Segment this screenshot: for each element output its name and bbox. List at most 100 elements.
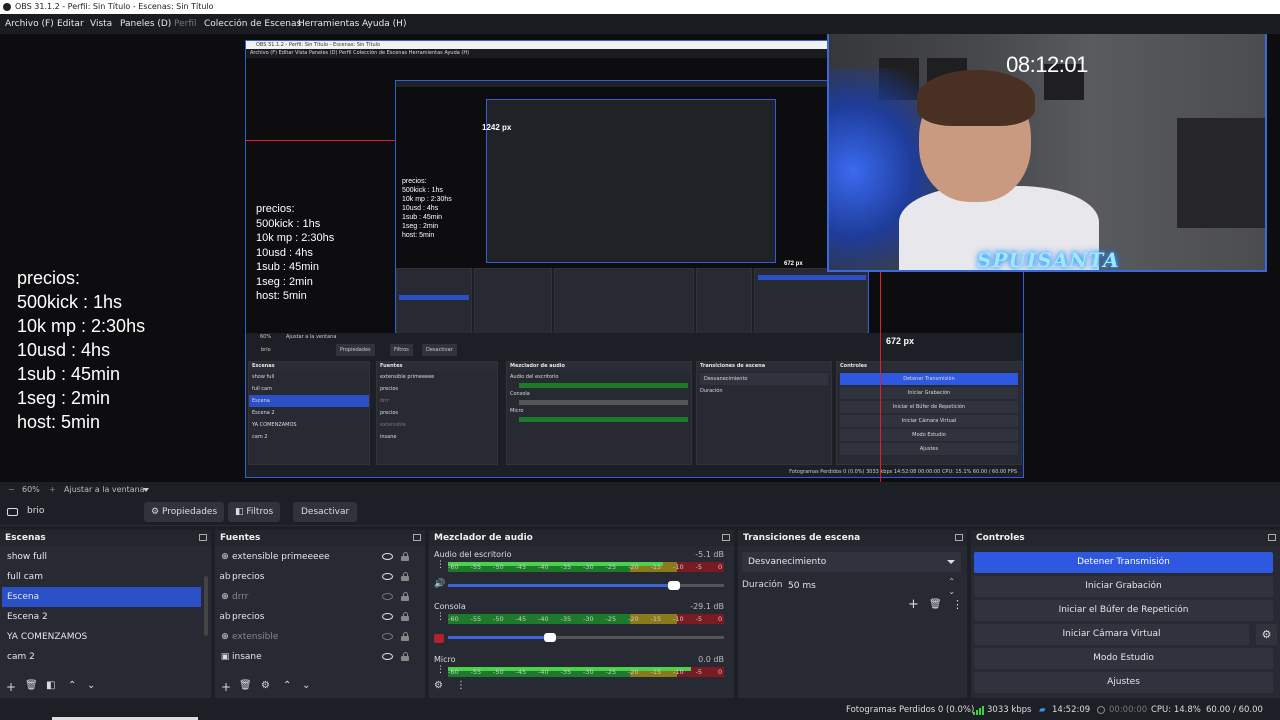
- lock-icon[interactable]: [401, 632, 409, 641]
- person-hair: [917, 70, 1035, 126]
- source-item[interactable]: ab precios: [215, 567, 415, 587]
- start-replay-buffer-button[interactable]: Iniciar el Búfer de Repetición: [974, 600, 1273, 621]
- speaker-icon[interactable]: 🔊: [434, 579, 445, 589]
- menu-file[interactable]: Archivo (F): [5, 14, 54, 34]
- eye-icon[interactable]: [382, 613, 393, 620]
- eye-icon[interactable]: [382, 553, 393, 560]
- scene-item[interactable]: YA COMENZAMOS: [2, 627, 201, 647]
- undock-icon[interactable]: [1268, 534, 1276, 541]
- remove-transition-icon[interactable]: 🗑: [929, 599, 942, 610]
- title-bar: OBS 31.1.2 - Perfil: Sin Título - Escena…: [0, 0, 1280, 14]
- scene-filters-icon[interactable]: ◧: [46, 680, 55, 691]
- source-item[interactable]: ⊕ drrr: [215, 587, 415, 607]
- channel-menu-icon[interactable]: ⋮: [436, 560, 445, 570]
- mixer-channels: Audio del escritorio -5.1 dB ⋮ -60 -55 -50 -45…: [429, 546, 734, 698]
- nested-obs-window-2: precios: 500kick : 1hs 10k mp : 2:30hs 1…: [395, 80, 869, 333]
- source-properties-icon[interactable]: ⚙: [261, 680, 270, 691]
- lock-icon[interactable]: [401, 612, 409, 621]
- transition-select[interactable]: Desvanecimiento: [742, 552, 961, 572]
- volume-knob[interactable]: [668, 581, 681, 590]
- source-item[interactable]: ⊕ extensible: [215, 627, 415, 647]
- undock-icon[interactable]: [413, 534, 421, 541]
- channel-menu-icon[interactable]: ⋮: [436, 665, 445, 675]
- eye-icon[interactable]: [382, 653, 393, 660]
- scene-item[interactable]: cam 2: [2, 647, 201, 667]
- meter-tick-label: -30: [583, 668, 594, 676]
- lock-icon[interactable]: [401, 652, 409, 661]
- scene-item[interactable]: show full: [2, 547, 201, 567]
- settings-button[interactable]: Ajustes: [974, 672, 1273, 693]
- volume-knob[interactable]: [544, 633, 557, 642]
- webcam-source[interactable]: 08:12:01 SPUISANTA: [827, 34, 1267, 272]
- virtual-camera-settings-icon[interactable]: ⚙: [1256, 624, 1277, 645]
- mixer-menu-icon[interactable]: ⋮: [456, 680, 466, 691]
- lock-icon[interactable]: [401, 592, 409, 601]
- menu-view[interactable]: Vista: [90, 14, 112, 34]
- fit-to-window[interactable]: Ajustar a la ventana: [64, 482, 145, 498]
- source-toolbar: brio ⚙ Propiedades ◧ Filtros Desactivar: [0, 499, 1280, 526]
- muted-speaker-icon[interactable]: [434, 634, 444, 643]
- filters-button[interactable]: ◧ Filtros: [228, 502, 281, 522]
- stop-streaming-button[interactable]: Detener Transmisión: [974, 552, 1273, 573]
- move-up-icon[interactable]: ⌃: [68, 680, 76, 691]
- remove-scene-icon[interactable]: 🗑: [25, 680, 38, 691]
- undock-icon[interactable]: [199, 534, 207, 541]
- source-type-icon: ⊕: [221, 552, 229, 562]
- add-source-icon[interactable]: +: [221, 680, 231, 694]
- source-item[interactable]: ⊕ extensible primeeeee: [215, 547, 415, 567]
- nested-price-list-text: precios: 500kick : 1hs 10k mp : 2:30hs 1…: [256, 203, 335, 302]
- move-down-icon[interactable]: ⌄: [87, 680, 95, 691]
- nested-properties: Propiedades: [336, 344, 375, 356]
- nested-zoom: 60%: [260, 334, 272, 340]
- undock-icon[interactable]: [722, 534, 730, 541]
- channel-menu-icon[interactable]: ⋮: [436, 612, 445, 622]
- zoom-in-icon[interactable]: +: [49, 482, 56, 498]
- studio-mode-button[interactable]: Modo Estudio: [974, 648, 1273, 669]
- shelf: [1177, 118, 1265, 228]
- start-virtual-camera-button[interactable]: Iniciar Cámara Virtual: [974, 624, 1249, 645]
- nested-transitions-2: [696, 268, 752, 333]
- properties-button[interactable]: ⚙ Propiedades: [144, 502, 225, 522]
- eye-off-icon[interactable]: [382, 633, 393, 640]
- lock-icon[interactable]: [401, 552, 409, 561]
- volume-slider[interactable]: [448, 581, 724, 590]
- scenes-scrollbar[interactable]: [204, 576, 208, 636]
- advanced-audio-icon[interactable]: ⚙: [434, 680, 443, 691]
- volume-slider[interactable]: [448, 633, 724, 642]
- meter-tick-label: -50: [493, 615, 504, 623]
- duration-spinbox[interactable]: 50 ms ⌃ ⌄: [784, 576, 961, 596]
- add-scene-icon[interactable]: +: [6, 680, 16, 694]
- lock-icon[interactable]: [401, 572, 409, 581]
- scene-item-selected[interactable]: Escena: [2, 587, 201, 607]
- source-item[interactable]: ▣ insane: [215, 647, 415, 667]
- signal-icon: [973, 706, 984, 715]
- controls-title: Controles: [976, 533, 1025, 543]
- undock-icon[interactable]: [955, 534, 963, 541]
- menu-help[interactable]: Ayuda (H): [362, 14, 406, 34]
- fit-dropdown-icon[interactable]: [143, 488, 149, 492]
- channel-db: -29.1 dB: [690, 602, 724, 611]
- menu-edit[interactable]: Editar: [57, 14, 84, 34]
- remove-source-icon[interactable]: 🗑: [239, 680, 252, 691]
- menu-docks[interactable]: Paneles (D): [120, 14, 171, 34]
- nested-transitions-dock: Transiciones de escena Desvanecimiento D…: [696, 361, 832, 465]
- eye-icon[interactable]: [382, 573, 393, 580]
- scene-item[interactable]: full cam: [2, 567, 201, 587]
- start-recording-button[interactable]: Iniciar Grabación: [974, 576, 1273, 597]
- move-up-icon[interactable]: ⌃: [283, 680, 291, 691]
- source-item[interactable]: ab precios: [215, 607, 415, 627]
- transition-menu-icon[interactable]: ⋮: [952, 598, 963, 611]
- menu-tools[interactable]: Herramientas: [298, 14, 359, 34]
- nested-filters: Filtros: [390, 344, 413, 356]
- move-down-icon[interactable]: ⌄: [302, 680, 310, 691]
- eye-off-icon[interactable]: [382, 593, 393, 600]
- duration-label: Duración: [742, 580, 783, 590]
- zoom-out-icon[interactable]: −: [8, 482, 15, 498]
- menu-scene-collection[interactable]: Colección de Escenas: [204, 14, 301, 34]
- menu-bar: Archivo (F) Editar Vista Paneles (D) Per…: [0, 14, 1280, 34]
- scene-item[interactable]: Escena 2: [2, 607, 201, 627]
- preview-canvas[interactable]: precios: 500kick : 1hs 10k mp : 2:30hs 1…: [0, 34, 1280, 482]
- audio-mixer-dock: Mezclador de audio Audio del escritorio -…: [429, 530, 734, 698]
- deactivate-button[interactable]: Desactivar: [293, 502, 358, 522]
- add-transition-icon[interactable]: +: [908, 597, 919, 612]
